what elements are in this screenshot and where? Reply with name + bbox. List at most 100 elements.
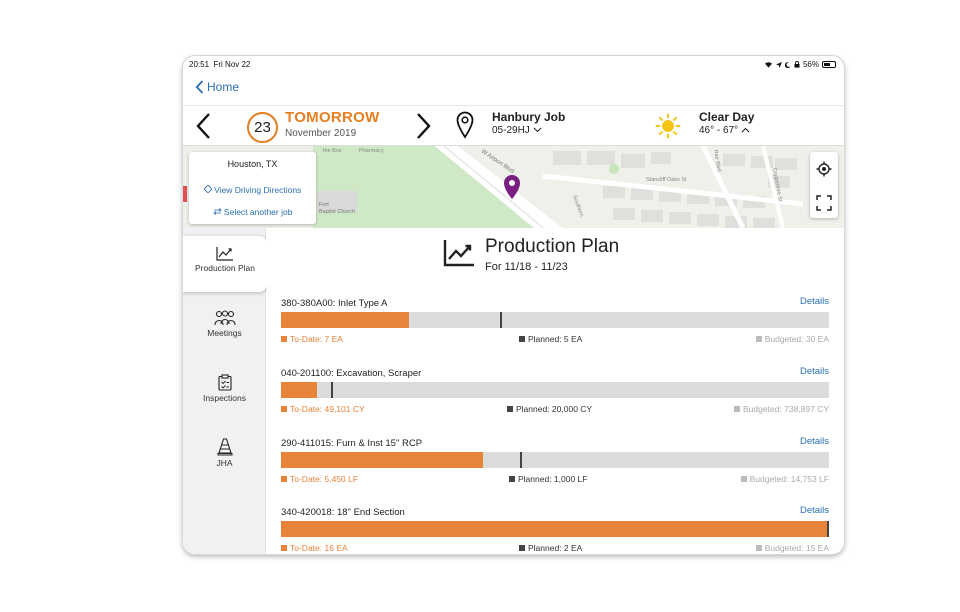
- sidebar-item-label: Meetings: [207, 328, 242, 338]
- status-bar: 20:51 Fri Nov 22 56%: [183, 56, 844, 72]
- status-icons: 56%: [764, 60, 836, 69]
- planned-marker: [500, 312, 502, 328]
- section-sidebar: Production Plan Meetings Inspections JHA: [183, 228, 267, 554]
- moon-icon: [784, 61, 791, 68]
- to-date-swatch: [281, 336, 287, 342]
- progress-fill: [281, 452, 483, 468]
- to-date-stat: To-Date: 7 EA: [281, 334, 343, 344]
- poi-label: Baptist Church: [319, 209, 355, 215]
- planned-stat: Planned: 5 EA: [519, 334, 582, 344]
- sidebar-item-label: JHA: [216, 458, 233, 468]
- item-name: 290-411015: Furn & Inst 15" RCP: [281, 438, 423, 449]
- sidebar-item-label: Inspections: [203, 393, 246, 403]
- details-link[interactable]: Details: [800, 505, 829, 516]
- production-item: 040-201100: Excavation, Scraper Details …: [281, 366, 829, 428]
- map-controls: [810, 152, 838, 218]
- to-date-stat: To-Date: 16 EA: [281, 543, 348, 553]
- location-card: Houston, TX View Driving Directions Sele…: [189, 152, 316, 224]
- progress-track: [281, 521, 829, 537]
- planned-value: Planned: 2 EA: [528, 543, 583, 553]
- previous-day-button[interactable]: [193, 112, 215, 140]
- budgeted-stat: Budgeted: 738,897 CY: [733, 404, 829, 414]
- planned-swatch: [519, 545, 525, 551]
- to-date-swatch: [281, 406, 287, 412]
- budgeted-swatch: [740, 476, 747, 482]
- sidebar-item-inspections[interactable]: Inspections: [183, 374, 266, 403]
- planned-value: Planned: 1,000 LF: [518, 474, 588, 484]
- clipboard-icon: [217, 374, 232, 391]
- planned-swatch: [519, 336, 525, 342]
- progress-fill: [281, 521, 829, 537]
- weather-temperature-toggle[interactable]: 46° - 67°: [699, 125, 750, 136]
- lock-rotation-icon: [794, 61, 800, 68]
- location-arrow-icon: [775, 61, 782, 68]
- temperature-range: 46° - 67°: [699, 125, 739, 136]
- trend-chart-icon: [216, 247, 233, 261]
- view-driving-directions-link[interactable]: View Driving Directions: [189, 184, 316, 195]
- select-job-label: Select another job: [223, 207, 293, 217]
- street-label: Stancliff Oaks St: [646, 177, 687, 183]
- poi-label: Pharmacy: [359, 148, 384, 154]
- next-day-button[interactable]: [412, 112, 434, 140]
- sidebar-item-production-plan[interactable]: Production Plan: [183, 236, 267, 292]
- budgeted-value: Budgeted: 14,753 LF: [749, 474, 829, 484]
- budgeted-stat: Budgeted: 30 EA: [755, 334, 829, 344]
- home-back-button[interactable]: Home: [195, 80, 239, 94]
- home-label: Home: [207, 80, 240, 94]
- production-item: 290-411015: Furn & Inst 15" RCP Details …: [281, 436, 829, 498]
- page-subtitle: For 11/18 - 11/23: [485, 261, 568, 273]
- item-name: 380-380A00: Inlet Type A: [281, 298, 388, 309]
- directions-icon: [203, 184, 213, 194]
- to-date-stat: To-Date: 5,450 LF: [281, 474, 358, 484]
- people-icon: [213, 310, 236, 326]
- planned-stat: Planned: 1,000 LF: [509, 474, 587, 484]
- production-item: 340-420018: 18" End Section Details To-D…: [281, 505, 829, 554]
- to-date-value: To-Date: 49,101 CY: [290, 404, 365, 414]
- budgeted-swatch: [755, 545, 762, 551]
- to-date-stat: To-Date: 49,101 CY: [281, 404, 365, 414]
- progress-fill: [281, 382, 317, 398]
- job-map-pin-icon[interactable]: [503, 174, 521, 200]
- planned-marker: [827, 521, 829, 537]
- job-name: Hanbury Job: [492, 110, 566, 124]
- budgeted-swatch: [733, 406, 740, 412]
- job-code: 05-29HJ: [492, 125, 530, 136]
- progress-fill: [281, 312, 409, 328]
- planned-marker: [520, 452, 522, 468]
- job-selector[interactable]: 05-29HJ: [492, 125, 542, 136]
- location-pin-icon: [456, 111, 474, 139]
- select-another-job-link[interactable]: Select another job: [189, 207, 316, 217]
- battery-icon: [822, 61, 836, 68]
- progress-track: [281, 382, 829, 398]
- planned-marker: [331, 382, 333, 398]
- locate-me-icon[interactable]: [816, 161, 832, 177]
- progress-track: [281, 452, 829, 468]
- chevron-up-icon: [741, 127, 750, 133]
- planned-swatch: [507, 406, 513, 412]
- job-location-map[interactable]: W Airport Blvd Stancliff Oaks St Souther…: [183, 146, 844, 228]
- details-link[interactable]: Details: [800, 436, 829, 447]
- budgeted-swatch: [755, 336, 762, 342]
- planned-swatch: [509, 476, 515, 482]
- to-date-value: To-Date: 5,450 LF: [290, 474, 359, 484]
- planned-stat: Planned: 2 EA: [519, 543, 582, 553]
- details-link[interactable]: Details: [800, 366, 829, 377]
- fullscreen-icon[interactable]: [816, 195, 832, 211]
- production-plan-panel: Production Plan For 11/18 - 11/23 380-38…: [267, 228, 844, 554]
- trend-chart-icon: [443, 240, 474, 267]
- item-name: 040-201100: Excavation, Scraper: [281, 368, 422, 379]
- details-link[interactable]: Details: [800, 296, 829, 307]
- status-time: 20:51 Fri Nov 22: [189, 60, 250, 69]
- production-item: 380-380A00: Inlet Type A Details To-Date…: [281, 296, 829, 358]
- status-date: Fri Nov 22: [213, 60, 251, 69]
- planned-value: Planned: 20,000 CY: [516, 404, 593, 414]
- to-date-swatch: [281, 476, 287, 482]
- date-job-header: 23 TOMORROW November 2019 Hanbury Job 05…: [183, 106, 844, 146]
- tablet-frame: 20:51 Fri Nov 22 56% Home 23 TOMORROW No…: [183, 56, 844, 554]
- sidebar-item-jha[interactable]: JHA: [183, 438, 266, 468]
- planned-stat: Planned: 20,000 CY: [507, 404, 592, 414]
- sidebar-item-meetings[interactable]: Meetings: [183, 310, 266, 338]
- day-label: TOMORROW: [285, 109, 380, 126]
- day-number-badge: 23: [247, 112, 278, 143]
- cone-icon: [217, 438, 232, 456]
